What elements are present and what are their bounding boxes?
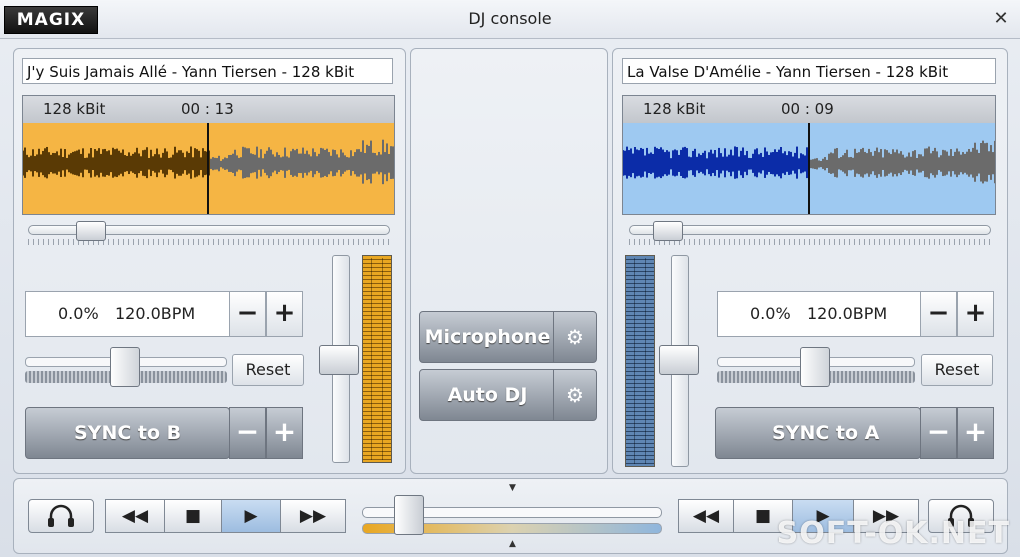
deck-a-position-thumb[interactable] (76, 221, 106, 241)
deck-a-wave-body (23, 123, 394, 214)
deck-b-sync-plus-button[interactable]: + (957, 407, 994, 459)
deck-b-pitch-value: 0.0% (750, 304, 791, 323)
deck-a-sync-button[interactable]: SYNC to B (25, 407, 230, 459)
deck-a-playhead (207, 123, 209, 214)
deck-b-time: 00 : 09 (781, 100, 834, 118)
deck-b-waveform[interactable]: 128 kBit 00 : 09 (622, 95, 996, 215)
deck-b-position-ticks (629, 239, 991, 245)
deck-b-sync-minus-button[interactable]: − (920, 407, 957, 459)
deck-b: La Valse D'Amélie - Yann Tiersen - 128 k… (612, 48, 1008, 474)
deck-a-track-name: J'y Suis Jamais Allé - Yann Tiersen - 12… (22, 58, 393, 84)
deck-b-pitch-thumb[interactable] (800, 347, 830, 387)
deck-a-reset-button[interactable]: Reset (232, 354, 304, 386)
deck-a-headphones-button[interactable] (28, 499, 94, 533)
headphones-icon (48, 504, 74, 527)
deck-b-bitrate: 128 kBit (643, 100, 706, 118)
crossfader-bottom-arrow: ▲ (509, 539, 516, 549)
deck-b-playhead (808, 123, 810, 214)
deck-a-time: 00 : 13 (181, 100, 234, 118)
deck-b-bpm-display: 0.0% 120.0BPM (717, 291, 921, 337)
deck-a-bpm-display: 0.0% 120.0BPM (25, 291, 230, 337)
window-title: DJ console (468, 9, 552, 28)
deck-b-bpm-minus-button[interactable]: − (920, 291, 957, 337)
deck-b-position-thumb[interactable] (653, 221, 683, 241)
deck-a-wave-shape (23, 139, 394, 185)
deck-b-reset-button[interactable]: Reset (921, 354, 993, 386)
microphone-label: Microphone (424, 326, 551, 348)
deck-b-volume-thumb[interactable] (659, 345, 699, 375)
deck-a-level-meter (362, 255, 392, 463)
deck-a-bpm-plus-button[interactable]: + (266, 291, 303, 337)
crossfader-thumb[interactable] (394, 495, 424, 535)
crossfader[interactable] (362, 493, 662, 543)
deck-a-pitch-thumb[interactable] (110, 347, 140, 387)
deck-a-forward-button[interactable]: ▶▶ (280, 499, 346, 533)
deck-a-sync-minus-button[interactable]: − (229, 407, 266, 459)
close-button[interactable]: ✕ (990, 8, 1012, 30)
deck-b-rewind-button[interactable]: ◀◀ (678, 499, 734, 533)
crossfader-top-arrow: ▼ (509, 483, 516, 493)
deck-b-wave-header: 128 kBit 00 : 09 (623, 96, 995, 124)
deck-a-sync-plus-button[interactable]: + (266, 407, 303, 459)
deck-a-stop-button[interactable]: ■ (164, 499, 222, 533)
deck-a-play-button[interactable]: ▶ (221, 499, 281, 533)
deck-b-bpm-plus-button[interactable]: + (957, 291, 994, 337)
deck-a-rewind-button[interactable]: ◀◀ (105, 499, 165, 533)
deck-b-level-meter (625, 255, 655, 467)
center-panel: Microphone ⚙ Auto DJ ⚙ (410, 48, 608, 474)
deck-a-volume-thumb[interactable] (319, 345, 359, 375)
deck-b-position-slider[interactable] (629, 225, 991, 235)
microphone-settings-icon[interactable]: ⚙ (553, 312, 596, 362)
deck-a-waveform[interactable]: 128 kBit 00 : 13 (22, 95, 395, 215)
deck-b-wave-body (623, 123, 995, 214)
watermark: SOFT-OK.NET (776, 516, 1010, 551)
deck-a-wave-header: 128 kBit 00 : 13 (23, 96, 394, 124)
deck-b-track-name: La Valse D'Amélie - Yann Tiersen - 128 k… (622, 58, 996, 84)
deck-a-bpm-value: 120.0BPM (115, 304, 196, 323)
deck-a: J'y Suis Jamais Allé - Yann Tiersen - 12… (13, 48, 406, 474)
deck-b-bpm-value: 120.0BPM (807, 304, 888, 323)
deck-b-sync-button[interactable]: SYNC to A (715, 407, 921, 459)
deck-a-pitch-value: 0.0% (58, 304, 99, 323)
auto-dj-button[interactable]: Auto DJ ⚙ (419, 369, 597, 421)
auto-dj-settings-icon[interactable]: ⚙ (553, 370, 596, 420)
deck-a-bitrate: 128 kBit (43, 100, 106, 118)
title-bar: MAGIX DJ console ✕ (0, 0, 1020, 39)
auto-dj-label: Auto DJ (447, 384, 528, 406)
dj-console-window: MAGIX DJ console ✕ J'y Suis Jamais Allé … (0, 0, 1020, 557)
microphone-button[interactable]: Microphone ⚙ (419, 311, 597, 363)
deck-a-bpm-minus-button[interactable]: − (229, 291, 266, 337)
